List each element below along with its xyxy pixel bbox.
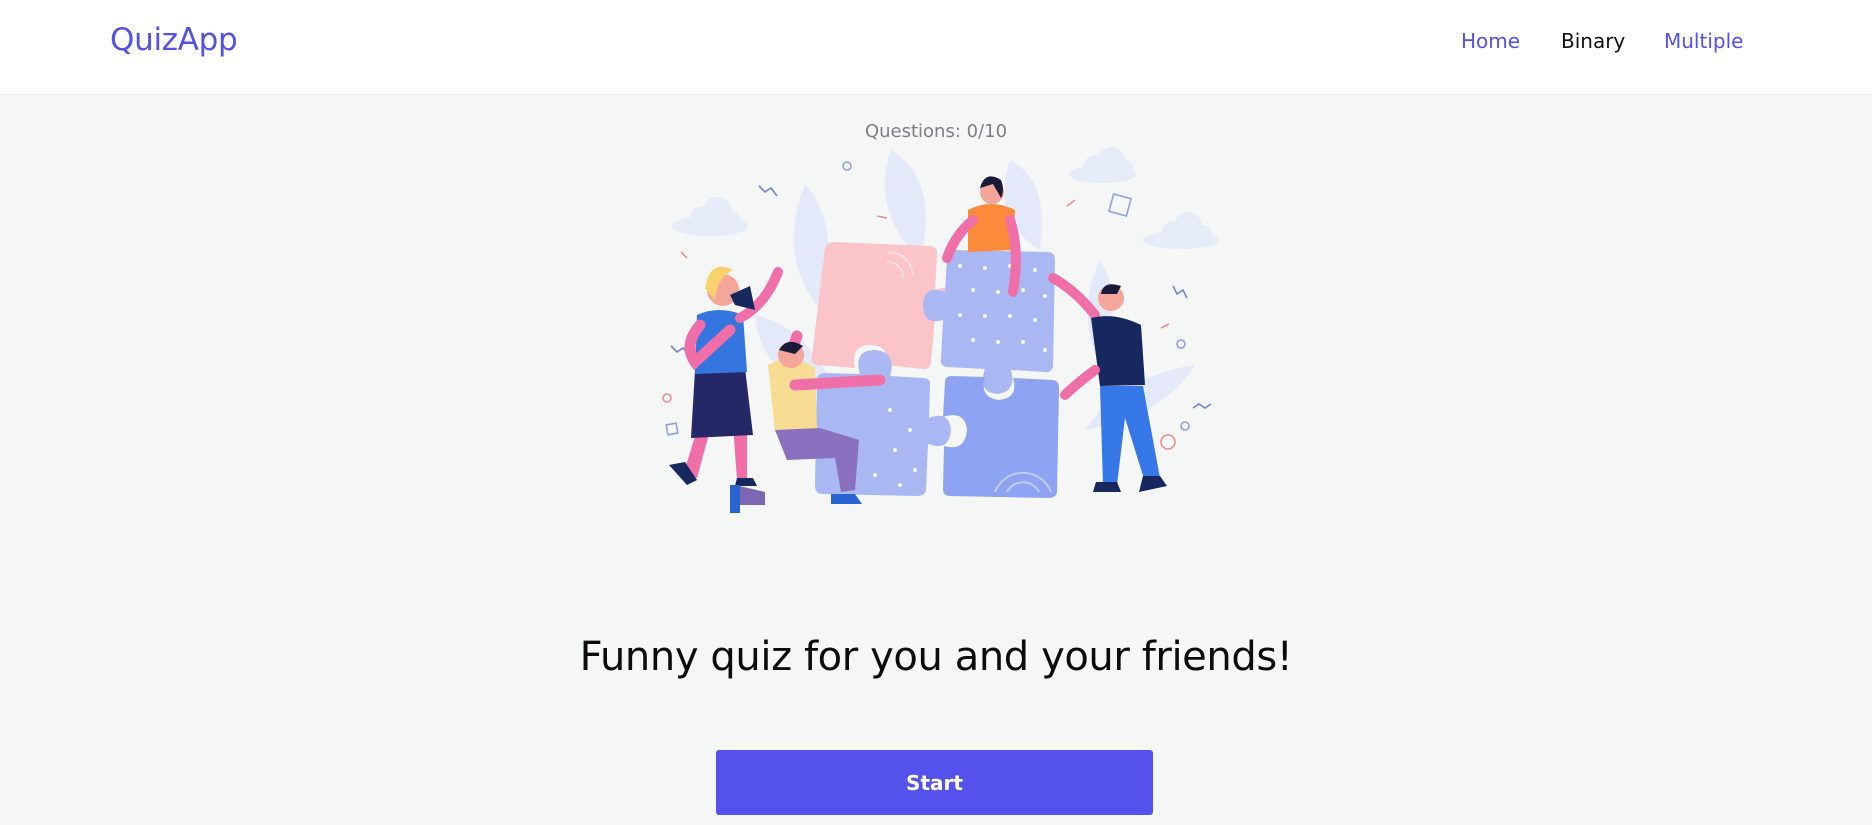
puzzle-piece-left-bottom [815, 350, 951, 496]
nav-links: Home Binary Multiple [0, 29, 1872, 59]
question-counter: Questions: 0/10 [864, 121, 1008, 142]
top-navbar: QuizApp Home Binary Multiple [0, 0, 1872, 95]
nav-link-binary[interactable]: Binary [1561, 29, 1625, 53]
nav-link-home[interactable]: Home [1461, 29, 1520, 53]
nav-link-multiple[interactable]: Multiple [1664, 29, 1743, 53]
cloud-shapes [672, 147, 1219, 249]
page-headline: Funny quiz for you and your friends! [579, 634, 1293, 680]
start-button[interactable]: Start [716, 750, 1153, 815]
puzzle-team-illustration [655, 140, 1225, 525]
puzzle-team-illustration-svg [662, 147, 1219, 513]
woman-megaphone-figure [669, 266, 783, 486]
